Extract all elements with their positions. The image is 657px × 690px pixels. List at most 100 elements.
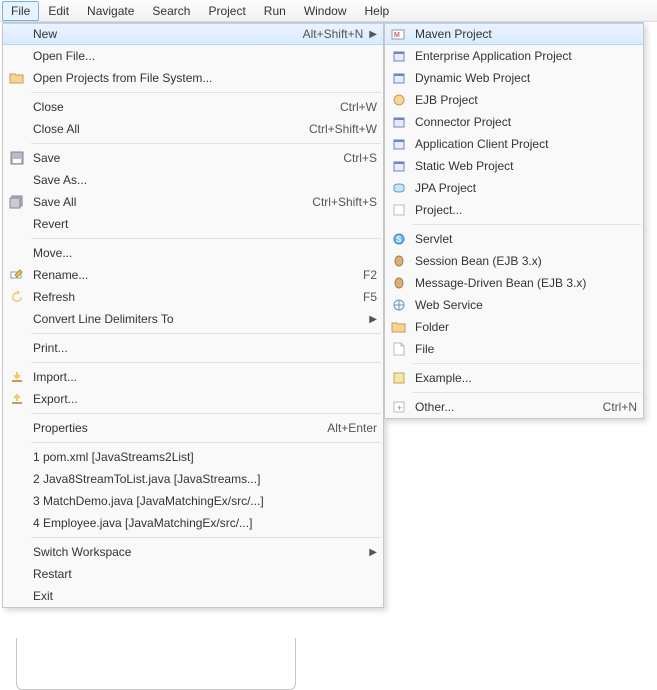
file-menu-item-rename[interactable]: Rename...F2 bbox=[3, 264, 383, 286]
menubar-edit[interactable]: Edit bbox=[39, 1, 78, 21]
new-submenu-item-folder[interactable]: Folder bbox=[385, 316, 643, 338]
file-menu-item-save-all[interactable]: Save AllCtrl+Shift+S bbox=[3, 191, 383, 213]
file-menu-item-open-file[interactable]: Open File... bbox=[3, 45, 383, 67]
menu-item-shortcut: F2 bbox=[353, 268, 377, 282]
menu-item-label: Example... bbox=[415, 371, 637, 385]
file-menu-item-print[interactable]: Print... bbox=[3, 337, 383, 359]
new-submenu-item-project[interactable]: Project... bbox=[385, 199, 643, 221]
new-submenu-separator bbox=[413, 224, 641, 225]
file-menu-item-exit[interactable]: Exit bbox=[3, 585, 383, 607]
new-submenu-item-application-client-project[interactable]: Application Client Project bbox=[385, 133, 643, 155]
menubar-file[interactable]: File bbox=[2, 1, 39, 21]
menu-item-label: Export... bbox=[33, 392, 377, 406]
menubar-project[interactable]: Project bbox=[199, 1, 254, 21]
menu-item-label: Session Bean (EJB 3.x) bbox=[415, 254, 637, 268]
file-menu-item-1-pom-xml-javastreams2list[interactable]: 1 pom.xml [JavaStreams2List] bbox=[3, 446, 383, 468]
new-submenu-item-enterprise-application-project[interactable]: Enterprise Application Project bbox=[385, 45, 643, 67]
file-menu-item-save[interactable]: SaveCtrl+S bbox=[3, 147, 383, 169]
file-menu-item-open-projects-from-file-system[interactable]: Open Projects from File System... bbox=[3, 67, 383, 89]
file-menu-item-import[interactable]: Import... bbox=[3, 366, 383, 388]
submenu-arrow-icon: ▶ bbox=[363, 314, 377, 325]
file-menu-item-revert[interactable]: Revert bbox=[3, 213, 383, 235]
new-submenu-item-jpa-project[interactable]: JPA Project bbox=[385, 177, 643, 199]
example-icon bbox=[389, 370, 409, 386]
menu-item-label: Static Web Project bbox=[415, 159, 637, 173]
other-icon: + bbox=[389, 399, 409, 415]
menu-item-shortcut: Ctrl+Shift+S bbox=[302, 195, 377, 209]
file-menu-item-restart[interactable]: Restart bbox=[3, 563, 383, 585]
menu-item-label: Close All bbox=[33, 122, 299, 136]
menu-item-label: Print... bbox=[33, 341, 377, 355]
file-menu-item-3-matchdemo-java-javamatchingex-src[interactable]: 3 MatchDemo.java [JavaMatchingEx/src/...… bbox=[3, 490, 383, 512]
file-menu-item-switch-workspace[interactable]: Switch Workspace▶ bbox=[3, 541, 383, 563]
rename-icon bbox=[7, 267, 27, 283]
menu-item-label: Project... bbox=[415, 203, 637, 217]
file-menu-item-4-employee-java-javamatchingex-src[interactable]: 4 Employee.java [JavaMatchingEx/src/...] bbox=[3, 512, 383, 534]
menu-item-label: Import... bbox=[33, 370, 377, 384]
new-submenu-item-example[interactable]: Example... bbox=[385, 367, 643, 389]
menubar-search[interactable]: Search bbox=[143, 1, 199, 21]
blank-icon bbox=[7, 588, 27, 604]
new-submenu-item-connector-project[interactable]: Connector Project bbox=[385, 111, 643, 133]
new-submenu-item-ejb-project[interactable]: EJB Project bbox=[385, 89, 643, 111]
menu-item-label: EJB Project bbox=[415, 93, 637, 107]
file-menu-separator bbox=[31, 442, 381, 443]
menubar-run[interactable]: Run bbox=[255, 1, 295, 21]
blank-icon bbox=[7, 493, 27, 509]
generic-icon bbox=[389, 202, 409, 218]
menu-item-label: JPA Project bbox=[415, 181, 637, 195]
refresh-icon bbox=[7, 289, 27, 305]
menu-item-label: 1 pom.xml [JavaStreams2List] bbox=[33, 450, 377, 464]
file-menu-item-move[interactable]: Move... bbox=[3, 242, 383, 264]
bean-icon bbox=[389, 253, 409, 269]
blank-icon bbox=[7, 121, 27, 137]
jpa-icon bbox=[389, 180, 409, 196]
file-icon bbox=[389, 341, 409, 357]
blank-icon bbox=[7, 544, 27, 560]
bean-icon bbox=[389, 275, 409, 291]
menu-item-label: Folder bbox=[415, 320, 637, 334]
file-menu-separator bbox=[31, 92, 381, 93]
blank-icon bbox=[7, 48, 27, 64]
menubar-help[interactable]: Help bbox=[356, 1, 399, 21]
file-menu-item-export[interactable]: Export... bbox=[3, 388, 383, 410]
blank-icon bbox=[7, 566, 27, 582]
folder2-icon bbox=[389, 319, 409, 335]
file-menu-item-2-java8streamtolist-java-javastreams[interactable]: 2 Java8StreamToList.java [JavaStreams...… bbox=[3, 468, 383, 490]
menubar-navigate[interactable]: Navigate bbox=[78, 1, 143, 21]
new-submenu-item-maven-project[interactable]: MMaven Project bbox=[385, 23, 643, 45]
blank-icon bbox=[7, 26, 27, 42]
new-submenu-item-web-service[interactable]: Web Service bbox=[385, 294, 643, 316]
file-menu-item-save-as[interactable]: Save As... bbox=[3, 169, 383, 191]
file-menu-item-close-all[interactable]: Close AllCtrl+Shift+W bbox=[3, 118, 383, 140]
menu-item-label: Message-Driven Bean (EJB 3.x) bbox=[415, 276, 637, 290]
menu-item-label: 2 Java8StreamToList.java [JavaStreams...… bbox=[33, 472, 377, 486]
project-icon bbox=[389, 48, 409, 64]
file-menu-item-refresh[interactable]: RefreshF5 bbox=[3, 286, 383, 308]
menu-item-label: Connector Project bbox=[415, 115, 637, 129]
menu-item-label: Application Client Project bbox=[415, 137, 637, 151]
menu-item-shortcut: Ctrl+W bbox=[330, 100, 377, 114]
new-submenu-item-other[interactable]: +Other...Ctrl+N bbox=[385, 396, 643, 418]
project-icon bbox=[389, 114, 409, 130]
file-menu-separator bbox=[31, 143, 381, 144]
file-menu-item-convert-line-delimiters-to[interactable]: Convert Line Delimiters To▶ bbox=[3, 308, 383, 330]
new-submenu-item-dynamic-web-project[interactable]: Dynamic Web Project bbox=[385, 67, 643, 89]
menu-item-shortcut: Ctrl+Shift+W bbox=[299, 122, 377, 136]
menubar-window[interactable]: Window bbox=[295, 1, 356, 21]
file-menu-item-new[interactable]: NewAlt+Shift+N▶ bbox=[3, 23, 383, 45]
maven-icon: M bbox=[389, 26, 409, 42]
menu-item-label: Move... bbox=[33, 246, 377, 260]
new-submenu-item-message-driven-bean-ejb-3-x[interactable]: Message-Driven Bean (EJB 3.x) bbox=[385, 272, 643, 294]
new-submenu-item-servlet[interactable]: SServlet bbox=[385, 228, 643, 250]
new-submenu-item-file[interactable]: File bbox=[385, 338, 643, 360]
file-menu-item-close[interactable]: CloseCtrl+W bbox=[3, 96, 383, 118]
menu-item-label: Refresh bbox=[33, 290, 353, 304]
file-menu-item-properties[interactable]: PropertiesAlt+Enter bbox=[3, 417, 383, 439]
menu-item-label: Open File... bbox=[33, 49, 377, 63]
file-menu-separator bbox=[31, 413, 381, 414]
new-submenu-item-session-bean-ejb-3-x[interactable]: Session Bean (EJB 3.x) bbox=[385, 250, 643, 272]
new-submenu-item-static-web-project[interactable]: Static Web Project bbox=[385, 155, 643, 177]
bottom-panel bbox=[16, 638, 296, 690]
svg-text:M: M bbox=[394, 32, 400, 39]
